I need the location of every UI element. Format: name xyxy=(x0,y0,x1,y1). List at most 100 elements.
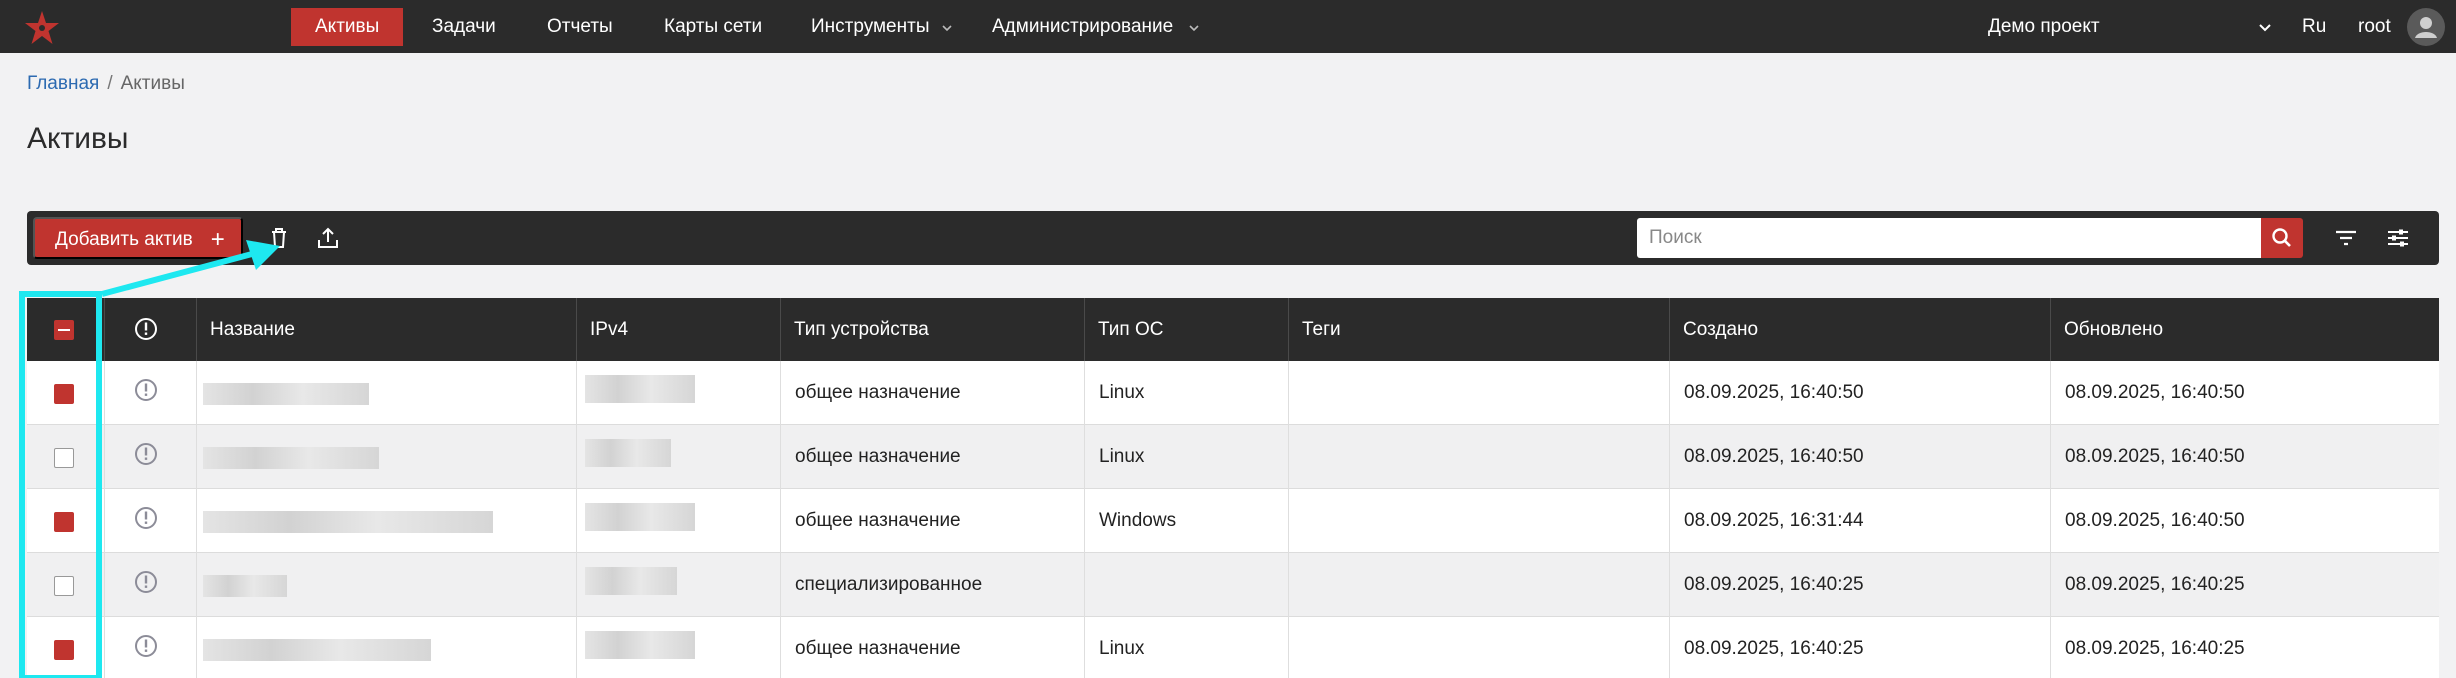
name-cell-redacted[interactable] xyxy=(197,617,577,678)
nav-item-reports[interactable]: Отчеты xyxy=(523,8,637,46)
status-cell xyxy=(105,489,197,553)
breadcrumb-current: Активы xyxy=(120,73,185,94)
name-cell-redacted[interactable] xyxy=(197,425,577,489)
updated-cell: 08.09.2025, 16:40:25 xyxy=(2065,574,2245,595)
export-icon[interactable] xyxy=(315,225,341,251)
star-logo-icon[interactable] xyxy=(22,8,62,48)
header-name[interactable]: Название xyxy=(197,298,577,361)
assets-toolbar: Добавить актив + xyxy=(27,211,2439,265)
header-os-type[interactable]: Тип ОС xyxy=(1085,298,1289,361)
updated-cell: 08.09.2025, 16:40:25 xyxy=(2065,638,2245,659)
device-type-cell: специализированное xyxy=(781,553,1085,617)
nav-item-assets[interactable]: Активы xyxy=(291,8,404,46)
alert-circle-icon[interactable] xyxy=(133,377,159,403)
status-cell xyxy=(105,361,197,425)
search-icon xyxy=(2272,228,2291,247)
assets-table: Название IPv4 Тип устройства Тип ОС Теги… xyxy=(27,298,2439,678)
alert-circle-icon[interactable] xyxy=(133,505,159,531)
created-cell: 08.09.2025, 16:40:50 xyxy=(1670,425,2051,489)
plus-icon: + xyxy=(210,226,225,253)
tags-cell xyxy=(1289,361,1670,425)
nav-item-administration[interactable]: Администрирование xyxy=(968,8,1197,46)
redacted-text xyxy=(585,375,695,403)
table-row[interactable]: общее назначение Linux 08.09.2025, 16:40… xyxy=(27,361,2439,425)
created-cell: 08.09.2025, 16:40:25 xyxy=(1670,617,2051,678)
table-row[interactable]: общее назначение Linux 08.09.2025, 16:40… xyxy=(27,425,2439,489)
nav-item-tools[interactable]: Инструменты xyxy=(787,8,953,46)
search-button[interactable] xyxy=(2261,218,2303,258)
header-device-type[interactable]: Тип устройства xyxy=(781,298,1085,361)
top-navbar: Активы Задачи Отчеты Карты сети Инструме… xyxy=(0,0,2456,53)
ipv4-cell-redacted xyxy=(577,425,781,489)
breadcrumb: Главная / Активы xyxy=(27,73,185,95)
redacted-text xyxy=(585,631,695,659)
alert-circle-icon[interactable] xyxy=(133,633,159,659)
ipv4-cell-redacted xyxy=(577,553,781,617)
tags-cell xyxy=(1289,489,1670,553)
redacted-text xyxy=(203,383,369,405)
redacted-text xyxy=(585,567,677,595)
header-tags[interactable]: Теги xyxy=(1289,298,1670,361)
header-created[interactable]: Создано xyxy=(1670,298,2051,361)
status-cell xyxy=(105,617,197,678)
breadcrumb-separator: / xyxy=(107,73,113,94)
device-type-cell: общее назначение xyxy=(781,361,1085,425)
nav-item-tasks[interactable]: Задачи xyxy=(408,8,520,46)
table-header: Название IPv4 Тип устройства Тип ОС Теги… xyxy=(27,298,2439,361)
redacted-text xyxy=(203,447,379,469)
alert-circle-icon[interactable] xyxy=(133,569,159,595)
search-input[interactable] xyxy=(1637,218,2289,258)
updated-cell: 08.09.2025, 16:40:50 xyxy=(2065,510,2245,531)
user-name[interactable]: root xyxy=(2358,8,2391,46)
name-cell-redacted[interactable] xyxy=(197,489,577,553)
header-updated[interactable]: Обновлено xyxy=(2051,298,2439,361)
created-cell: 08.09.2025, 16:40:50 xyxy=(1670,361,2051,425)
trash-icon[interactable] xyxy=(266,225,292,251)
filter-icon[interactable] xyxy=(2333,225,2359,251)
tags-cell xyxy=(1289,425,1670,489)
os-type-cell: Linux xyxy=(1085,425,1289,489)
project-selector[interactable]: Демо проект xyxy=(1988,8,2100,46)
redacted-text xyxy=(203,639,431,661)
name-cell-redacted[interactable] xyxy=(197,361,577,425)
os-type-cell: Linux xyxy=(1085,617,1289,678)
avatar[interactable] xyxy=(2407,8,2445,46)
column-settings-icon[interactable] xyxy=(2385,225,2411,251)
device-type-cell: общее назначение xyxy=(781,617,1085,678)
updated-cell: 08.09.2025, 16:40:50 xyxy=(2065,446,2245,467)
ipv4-cell-redacted xyxy=(577,489,781,553)
redacted-text xyxy=(585,439,671,467)
redacted-text xyxy=(203,575,287,597)
name-cell-redacted[interactable] xyxy=(197,553,577,617)
table-row[interactable]: специализированное 08.09.2025, 16:40:25 … xyxy=(27,553,2439,617)
ipv4-cell-redacted xyxy=(577,361,781,425)
ipv4-cell-redacted xyxy=(577,617,781,678)
table-row[interactable]: общее назначение Windows 08.09.2025, 16:… xyxy=(27,489,2439,553)
redacted-text xyxy=(203,511,493,533)
chevron-down-icon xyxy=(942,25,952,32)
add-asset-button[interactable]: Добавить актив + xyxy=(33,217,243,259)
status-cell xyxy=(105,553,197,617)
os-type-cell xyxy=(1085,553,1289,617)
header-ipv4[interactable]: IPv4 xyxy=(577,298,781,361)
redacted-text xyxy=(585,503,695,531)
language-switch[interactable]: Ru xyxy=(2302,8,2326,46)
breadcrumb-home-link[interactable]: Главная xyxy=(27,73,99,94)
add-asset-label: Добавить актив xyxy=(55,229,193,250)
chevron-down-icon xyxy=(1189,25,1199,32)
tags-cell xyxy=(1289,617,1670,678)
created-cell: 08.09.2025, 16:31:44 xyxy=(1670,489,2051,553)
table-row[interactable]: общее назначение Linux 08.09.2025, 16:40… xyxy=(27,617,2439,678)
alert-circle-icon[interactable] xyxy=(133,441,159,467)
alert-circle-icon[interactable] xyxy=(133,316,159,342)
nav-item-network-maps[interactable]: Карты сети xyxy=(640,8,786,46)
created-cell: 08.09.2025, 16:40:25 xyxy=(1670,553,2051,617)
status-cell xyxy=(105,425,197,489)
tags-cell xyxy=(1289,553,1670,617)
page-title: Активы xyxy=(27,122,129,155)
device-type-cell: общее назначение xyxy=(781,489,1085,553)
os-type-cell: Linux xyxy=(1085,361,1289,425)
updated-cell: 08.09.2025, 16:40:50 xyxy=(2065,382,2245,403)
os-type-cell: Windows xyxy=(1085,489,1289,553)
chevron-down-icon[interactable] xyxy=(2258,20,2272,34)
